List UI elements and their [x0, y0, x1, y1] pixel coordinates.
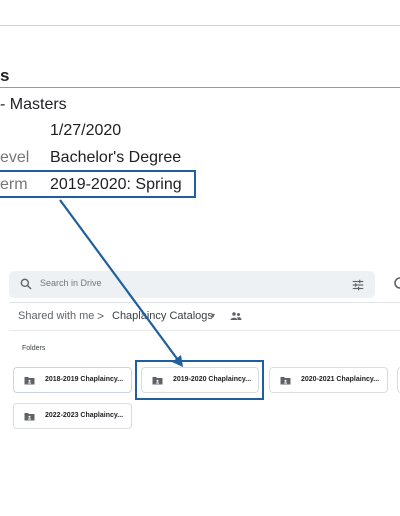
folder-name: 2022-2023 Chaplaincy...	[45, 412, 124, 419]
drive-search-bar[interactable]	[9, 271, 375, 298]
level-label: evel	[0, 149, 30, 166]
people-icon	[230, 312, 242, 320]
term-highlight-box	[0, 170, 196, 198]
tune-icon[interactable]	[351, 278, 365, 292]
folder-name: 2018-2019 Chaplaincy...	[45, 376, 124, 383]
shared-folder-icon	[24, 413, 35, 421]
folder-card-2020-2021[interactable]: 2020-2021 Chaplaincy...	[269, 367, 388, 393]
date-value: 1/27/2020	[50, 122, 122, 139]
folder-highlight-box	[135, 360, 264, 400]
breadcrumb-separator-icon: >	[97, 309, 105, 323]
search-input[interactable]	[40, 278, 240, 288]
top-divider	[0, 25, 400, 26]
drive-divider	[9, 302, 400, 303]
degree-row: - Masters	[0, 95, 67, 115]
degree-value: - Masters	[0, 96, 67, 113]
shared-folder-icon	[24, 377, 35, 385]
section-heading: s	[0, 66, 10, 85]
breadcrumb-current-folder[interactable]: Chaplaincy Catalogs	[112, 310, 213, 322]
folder-card-2022-2023[interactable]: 2022-2023 Chaplaincy...	[13, 403, 132, 429]
heading-divider	[0, 87, 400, 88]
date-row: 1/27/2020	[50, 121, 121, 141]
settings-icon[interactable]	[393, 277, 400, 289]
folder-name: 2020-2021 Chaplaincy...	[301, 376, 380, 383]
shared-folder-icon	[280, 377, 291, 385]
search-icon[interactable]	[19, 277, 33, 291]
folders-section-label: Folders	[22, 345, 46, 352]
annotation-arrow	[59, 199, 183, 367]
folder-card-2018-2019[interactable]: 2018-2019 Chaplaincy...	[13, 367, 132, 393]
folder-menu-caret-icon[interactable]: ▾	[211, 311, 215, 320]
breadcrumb-divider	[9, 330, 400, 331]
breadcrumb-shared-with-me[interactable]: Shared with me	[18, 310, 94, 322]
level-value: Bachelor's Degree	[50, 149, 182, 166]
